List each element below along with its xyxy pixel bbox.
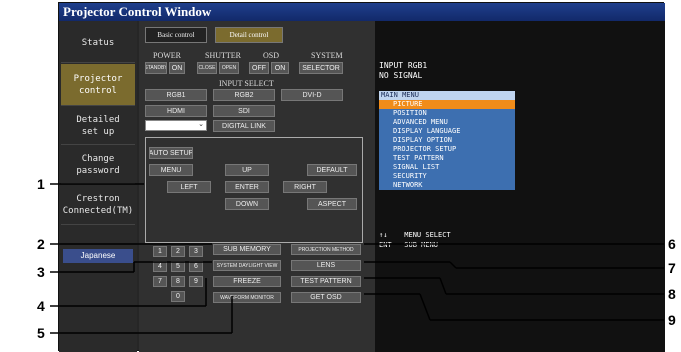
chevron-down-icon: ⌄ xyxy=(198,121,204,128)
keypad-key[interactable]: 9 xyxy=(189,276,203,287)
callout-6: 6 xyxy=(668,236,676,252)
left-button[interactable]: LEFT xyxy=(167,181,211,193)
auto-setup-button[interactable]: AUTO SETUP xyxy=(149,147,193,159)
language-button[interactable]: Japanese xyxy=(63,249,133,263)
down-button[interactable]: DOWN xyxy=(225,198,269,210)
enter-button[interactable]: ENTER xyxy=(225,181,269,193)
menu-item[interactable]: NETWORK xyxy=(379,181,515,190)
callout-5: 5 xyxy=(37,325,45,341)
digital-link-button[interactable]: DIGITAL LINK xyxy=(213,120,275,132)
lens-button[interactable]: LENS xyxy=(291,260,361,271)
menu-item[interactable]: POSITION xyxy=(379,109,515,118)
menu-item[interactable]: PICTURE xyxy=(379,100,515,109)
sidebar-item-status[interactable]: Status xyxy=(61,23,135,63)
callout-8: 8 xyxy=(668,286,676,302)
sidebar-item-label: Crestron Connected(TM) xyxy=(62,193,134,216)
callout-7: 7 xyxy=(668,260,676,276)
keypad-key[interactable]: 6 xyxy=(189,261,203,272)
hdmi-button[interactable]: HDMI xyxy=(145,105,207,117)
osd-off-button[interactable]: OFF xyxy=(249,62,269,74)
keypad-key[interactable]: 8 xyxy=(171,276,185,287)
power-on-button[interactable]: ON xyxy=(169,62,185,74)
input-select-header: INPUT SELECT xyxy=(219,79,274,88)
callout-1: 1 xyxy=(37,176,45,192)
shutter-open-button[interactable]: OPEN xyxy=(219,62,239,74)
rgb1-button[interactable]: RGB1 xyxy=(145,89,207,101)
osd-display-area: INPUT RGB1 NO SIGNAL MAIN MENU PICTURE P… xyxy=(375,21,665,352)
test-pattern-button[interactable]: TEST PATTERN xyxy=(291,276,361,287)
keypad-key[interactable]: 3 xyxy=(189,246,203,257)
menu-help-line1: ↑↓ MENU SELECT xyxy=(379,231,451,239)
dvi-d-button[interactable]: DVI-D xyxy=(281,89,343,101)
keypad-key[interactable]: 0 xyxy=(171,291,185,302)
window-title: Projector Control Window xyxy=(59,3,665,21)
freeze-button[interactable]: FREEZE xyxy=(213,276,281,287)
menu-item[interactable]: ADVANCED MENU xyxy=(379,118,515,127)
system-header: SYSTEM xyxy=(311,51,343,60)
menu-item[interactable]: PROJECTOR SETUP xyxy=(379,145,515,154)
sidebar-item-label: Status xyxy=(81,37,115,48)
menu-item[interactable]: SECURITY xyxy=(379,172,515,181)
keypad-key[interactable]: 4 xyxy=(153,261,167,272)
rgb2-button[interactable]: RGB2 xyxy=(213,89,275,101)
callout-9: 9 xyxy=(668,312,676,328)
callout-2: 2 xyxy=(37,236,45,252)
sidebar-item-change-password[interactable]: Change password xyxy=(61,146,135,184)
sdi-button[interactable]: SDI xyxy=(213,105,275,117)
menu-item[interactable]: DISPLAY OPTION xyxy=(379,136,515,145)
input-status-line: INPUT RGB1 xyxy=(379,61,428,70)
sub-memory-button[interactable]: SUB MEMORY xyxy=(213,244,281,255)
digital-link-dropdown[interactable]: ⌄ xyxy=(145,120,207,131)
main-menu-list: MAIN MENU PICTURE POSITION ADVANCED MENU… xyxy=(379,91,515,190)
menu-item[interactable]: DISPLAY LANGUAGE xyxy=(379,127,515,136)
sidebar-item-label: Change password xyxy=(76,153,120,176)
sidebar-item-crestron[interactable]: Crestron Connected(TM) xyxy=(61,185,135,225)
osd-header: OSD xyxy=(263,51,280,60)
aspect-button[interactable]: ASPECT xyxy=(307,198,357,210)
keypad-key[interactable]: 2 xyxy=(171,246,185,257)
sidebar-item-projector-control[interactable]: Projector control xyxy=(61,64,135,106)
get-osd-button[interactable]: GET OSD xyxy=(291,292,361,303)
sidebar: Status Projector control Detailed set up… xyxy=(59,21,137,352)
menu-help-line2: ENT SUB MENU xyxy=(379,241,439,249)
projection-method-button[interactable]: PROJECTION METHOD xyxy=(291,244,361,255)
sidebar-item-detailed-setup[interactable]: Detailed set up xyxy=(61,107,135,145)
tab-detail-control[interactable]: Detail control xyxy=(215,27,283,43)
right-button[interactable]: RIGHT xyxy=(283,181,327,193)
default-button[interactable]: DEFAULT xyxy=(307,164,357,176)
waveform-monitor-button[interactable]: WAVEFORM MONITOR xyxy=(213,292,281,303)
sidebar-item-label: Projector control xyxy=(73,73,123,96)
sidebar-item-label: Detailed set up xyxy=(76,114,120,137)
keypad-key[interactable]: 7 xyxy=(153,276,167,287)
standby-button[interactable]: STANDBY xyxy=(145,62,167,74)
callout-3: 3 xyxy=(37,264,45,280)
shutter-header: SHUTTER xyxy=(205,51,241,60)
system-daylight-view-button[interactable]: SYSTEM DAYLIGHT VIEW xyxy=(213,260,281,271)
callout-4: 4 xyxy=(37,298,45,314)
power-header: POWER xyxy=(153,51,181,60)
keypad-key[interactable]: 1 xyxy=(153,246,167,257)
signal-status-line: NO SIGNAL xyxy=(379,71,423,80)
selector-button[interactable]: SELECTOR xyxy=(299,62,343,74)
projector-control-window: Projector Control Window Status Projecto… xyxy=(58,2,665,352)
osd-on-button[interactable]: ON xyxy=(271,62,289,74)
menu-button[interactable]: MENU xyxy=(149,164,193,176)
menu-title: MAIN MENU xyxy=(379,91,515,100)
control-panel: Basic control Detail control POWER SHUTT… xyxy=(139,21,375,352)
shutter-close-button[interactable]: CLOSE xyxy=(197,62,217,74)
up-button[interactable]: UP xyxy=(225,164,269,176)
tab-basic-control[interactable]: Basic control xyxy=(145,27,207,43)
menu-item[interactable]: SIGNAL LIST xyxy=(379,163,515,172)
menu-item[interactable]: TEST PATTERN xyxy=(379,154,515,163)
keypad-key[interactable]: 5 xyxy=(171,261,185,272)
